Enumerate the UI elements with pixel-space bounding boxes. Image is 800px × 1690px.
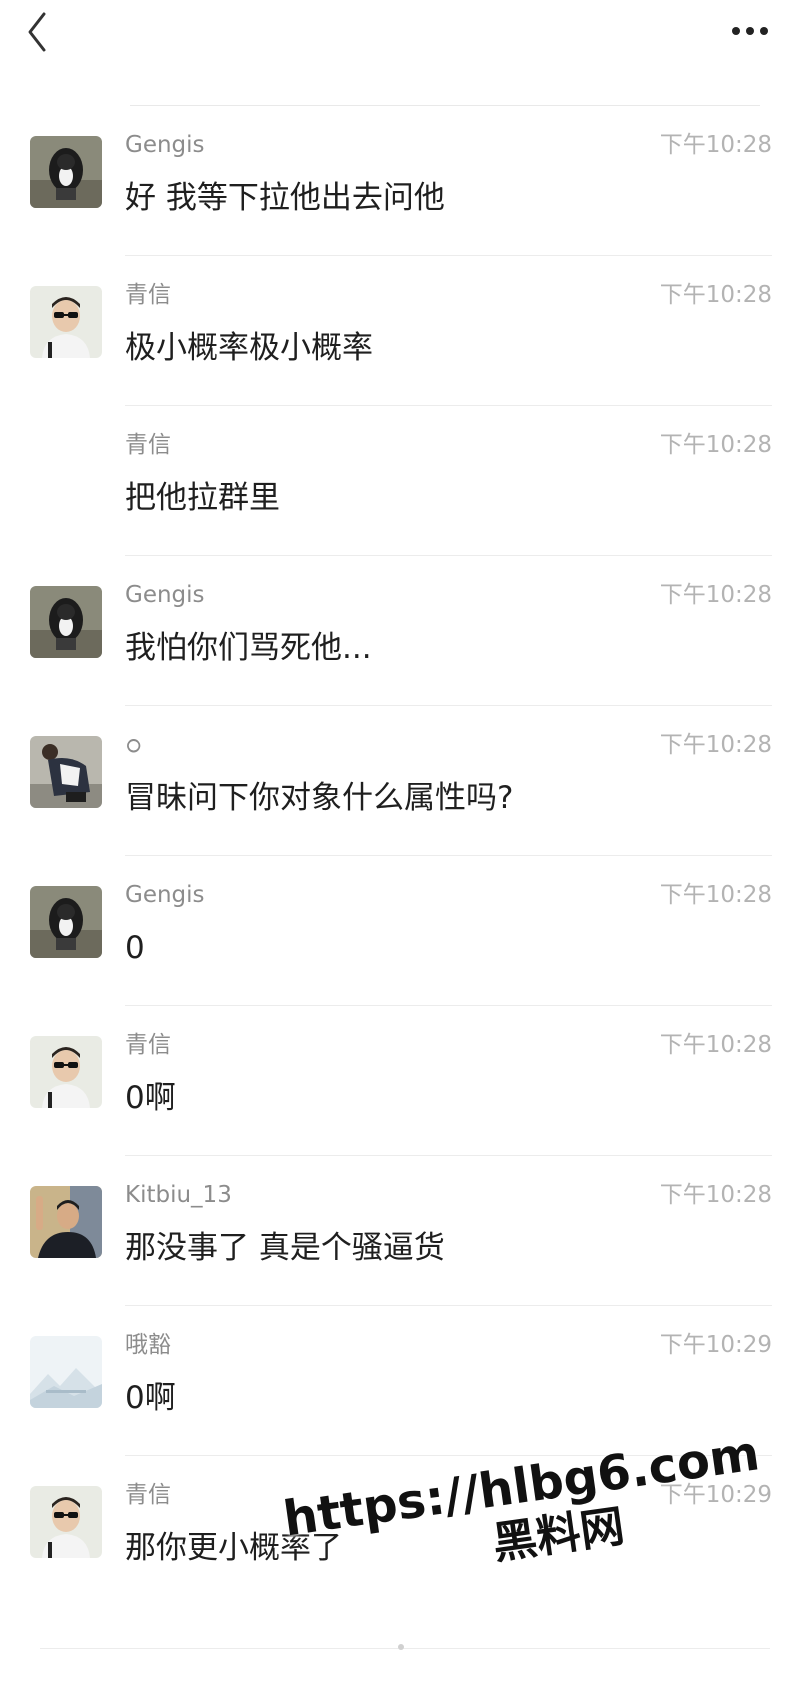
avatar[interactable] [30,586,102,658]
message-time: 下午10:28 [659,282,772,308]
sunglasses-man-avatar-icon [30,1036,102,1108]
message-time: 下午10:28 [659,582,772,608]
message-time: 下午10:28 [659,1032,772,1058]
avatar[interactable] [30,1486,102,1558]
dog-avatar-icon [30,586,102,658]
sunglasses-man-avatar-icon [30,1486,102,1558]
sender-name: Gengis [125,882,205,908]
sender-name: 青信 [125,432,171,458]
dog-avatar-icon [30,886,102,958]
bottom-divider [40,1648,770,1649]
message-item[interactable]: Gengis 下午10:28 好 我等下拉他出去问他 [0,106,800,256]
dog-avatar-icon [30,136,102,208]
message-text: 0啊 [125,1380,176,1416]
waving-man-avatar-icon [30,1186,102,1258]
message-text: 把他拉群里 [125,480,280,516]
avatar[interactable] [30,886,102,958]
avatar[interactable] [30,1036,102,1108]
avatar[interactable] [30,1186,102,1258]
avatar[interactable] [30,136,102,208]
sender-name: ഠ [125,732,141,758]
person-avatar-icon [30,736,102,808]
message-item[interactable]: 青信 下午10:28 0啊 [0,1006,800,1156]
message-time: 下午10:28 [659,882,772,908]
sender-name: Gengis [125,582,205,608]
message-text: 我怕你们骂死他... [125,630,372,666]
message-item[interactable]: Gengis 下午10:28 0 [0,856,800,1006]
message-text: 0啊 [125,1080,176,1116]
more-options-button[interactable] [728,14,772,48]
more-dots-icon [732,27,768,35]
message-time: 下午10:28 [659,732,772,758]
top-bar [0,0,800,80]
message-item[interactable]: 青信 下午10:28 把他拉群里 [0,406,800,556]
avatar[interactable] [30,286,102,358]
avatar[interactable] [30,736,102,808]
chevron-left-icon [28,12,46,52]
message-item[interactable]: Kitbiu_13 下午10:28 那没事了 真是个骚逼货 [0,1156,800,1306]
back-button[interactable] [24,8,54,56]
message-text: 那没事了 真是个骚逼货 [125,1230,445,1266]
sender-name: Gengis [125,132,205,158]
message-text: 好 我等下拉他出去问他 [125,180,445,216]
message-text: 冒昧问下你对象什么属性吗? [125,780,514,816]
scroll-indicator-dot [398,1644,404,1650]
message-time: 下午10:28 [659,432,772,458]
message-item[interactable]: 青信 下午10:28 极小概率极小概率 [0,256,800,406]
sender-name: 青信 [125,1482,171,1508]
message-text: 极小概率极小概率 [125,330,373,366]
message-time: 下午10:28 [659,1182,772,1208]
landscape-avatar-icon [30,1336,102,1408]
sender-name: 青信 [125,1032,171,1058]
sender-name: 青信 [125,282,171,308]
avatar[interactable] [30,1336,102,1408]
chat-history-list: Gengis 下午10:28 好 我等下拉他出去问他 青信 下午10:28 极小… [0,106,800,1606]
message-text: 0 [125,930,145,966]
sunglasses-man-avatar-icon [30,286,102,358]
message-item[interactable]: Gengis 下午10:28 我怕你们骂死他... [0,556,800,706]
message-time: 下午10:29 [659,1332,772,1358]
sender-name: 哦豁 [125,1332,171,1358]
message-time: 下午10:28 [659,132,772,158]
message-item[interactable]: ഠ 下午10:28 冒昧问下你对象什么属性吗? [0,706,800,856]
sender-name: Kitbiu_13 [125,1182,232,1208]
message-item[interactable]: 哦豁 下午10:29 0啊 [0,1306,800,1456]
